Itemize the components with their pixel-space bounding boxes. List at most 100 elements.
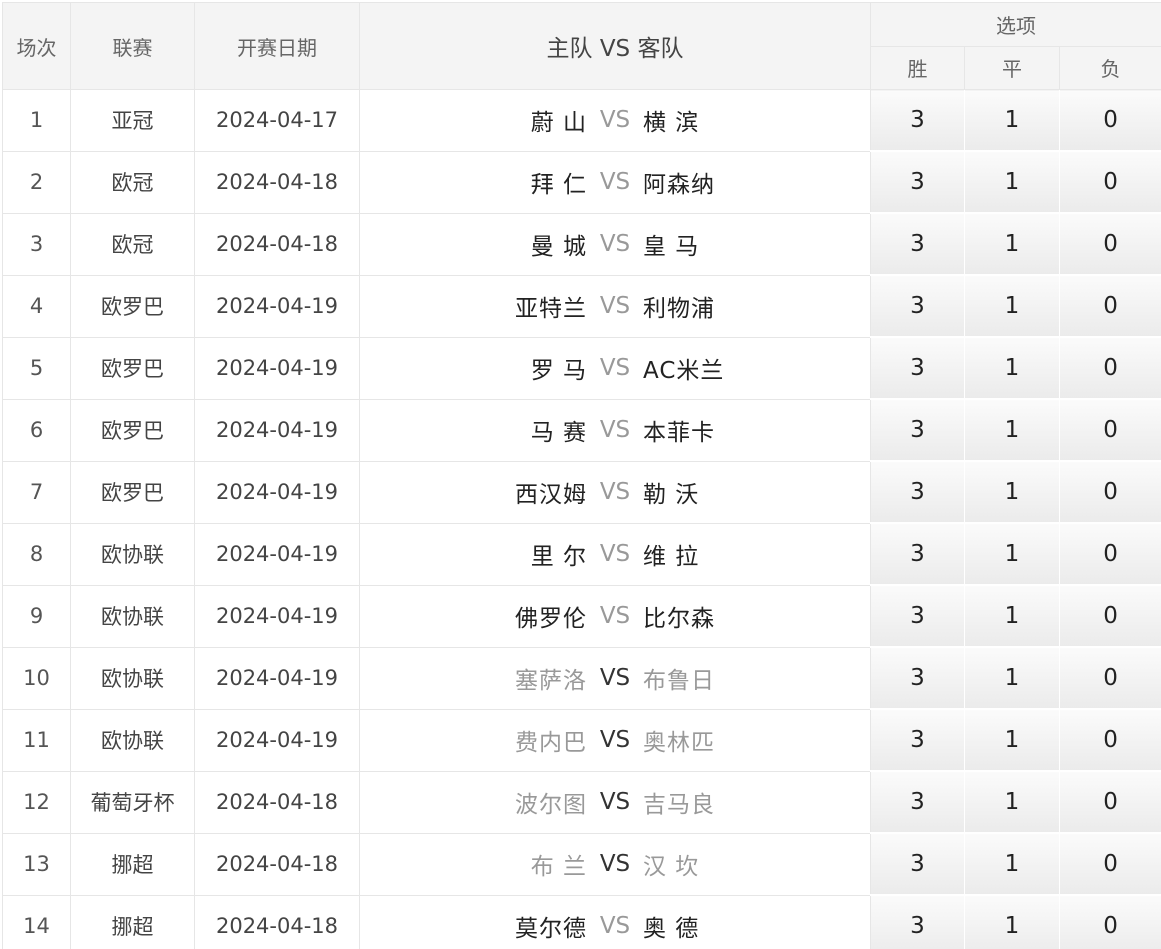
away-team: 横 滨: [643, 110, 700, 137]
league-name: 欧协联: [70, 584, 195, 648]
vs-label: VS: [599, 231, 631, 257]
option-draw-button[interactable]: 1: [964, 584, 1060, 648]
option-win-button[interactable]: 3: [870, 89, 965, 152]
option-loss-button[interactable]: 0: [1058, 708, 1161, 772]
away-team: 奥 德: [643, 916, 700, 942]
away-team: 布鲁日: [643, 668, 715, 694]
option-win-button[interactable]: 3: [870, 770, 965, 834]
table-body: 1 亚冠 2024-04-17 蔚 山 VS 横 滨 3 1 0 2 欧冠 2024-04-18 拜 仁…: [2, 89, 1161, 949]
table-row: 8 欧协联 2024-04-19 里 尔 VS 维 拉 310: [2, 522, 1161, 586]
league-name: 欧冠: [70, 212, 195, 276]
option-loss-button[interactable]: 0: [1058, 646, 1161, 710]
option-win-button[interactable]: 3: [870, 212, 965, 276]
league-name: 欧罗巴: [70, 398, 195, 462]
option-loss-button[interactable]: 0: [1058, 894, 1161, 949]
league-name: 葡萄牙杯: [70, 770, 195, 834]
schedule-page: 场次 联赛 开赛日期 主队 VS 客队 选项 胜 平 负 1 亚冠 2024-04-…: [0, 0, 1161, 949]
option-loss-button[interactable]: 0: [1058, 89, 1161, 152]
option-loss-button[interactable]: 0: [1058, 150, 1161, 214]
round-number: 11: [2, 708, 71, 772]
vs-label: VS: [599, 603, 631, 629]
vs-label: VS: [599, 913, 631, 939]
home-team: 里 尔: [530, 544, 587, 570]
option-loss-button[interactable]: 0: [1058, 212, 1161, 276]
vs-label: VS: [599, 789, 631, 815]
header-options: 选项: [869, 2, 1161, 47]
home-team: 蔚 山: [530, 110, 587, 137]
match-date: 2024-04-18: [194, 894, 360, 949]
option-draw-button[interactable]: 1: [964, 150, 1060, 214]
match-date: 2024-04-19: [194, 398, 360, 462]
round-number: 8: [2, 522, 71, 586]
option-loss-button[interactable]: 0: [1058, 832, 1161, 896]
away-team: 皇 马: [643, 234, 700, 260]
option-draw-button[interactable]: 1: [964, 832, 1060, 896]
vs-label: VS: [599, 417, 631, 443]
option-draw-button[interactable]: 1: [964, 770, 1060, 834]
option-win-button[interactable]: 3: [870, 584, 965, 648]
option-draw-button[interactable]: 1: [964, 460, 1060, 524]
match-cell: 罗 马 VS AC米兰: [359, 336, 871, 400]
option-draw-button[interactable]: 1: [964, 89, 1060, 152]
header-win: 胜: [870, 45, 965, 90]
option-win-button[interactable]: 3: [870, 460, 965, 524]
table-row: 14 挪超 2024-04-18 莫尔德 VS 奥 德 310: [2, 894, 1161, 949]
league-name: 欧罗巴: [70, 460, 195, 524]
option-draw-button[interactable]: 1: [964, 708, 1060, 772]
round-number: 14: [2, 894, 71, 949]
option-win-button[interactable]: 3: [870, 336, 965, 400]
home-team: 西汉姆: [515, 482, 587, 508]
option-loss-button[interactable]: 0: [1058, 460, 1161, 524]
option-draw-button[interactable]: 1: [964, 336, 1060, 400]
option-win-button[interactable]: 3: [870, 646, 965, 710]
home-team: 罗 马: [530, 358, 587, 384]
option-loss-button[interactable]: 0: [1058, 336, 1161, 400]
vs-label: VS: [599, 665, 631, 691]
table-row: 4 欧罗巴 2024-04-19 亚特兰 VS 利物浦 3 1 0: [2, 274, 1161, 338]
match-date: 2024-04-18: [194, 832, 360, 896]
option-win-button[interactable]: 3: [870, 398, 965, 462]
table-row: 6 欧罗巴 2024-04-19 马 赛 VS 本菲卡 3 1 0: [2, 398, 1161, 462]
away-team: 勒 沃: [643, 482, 700, 508]
round-number: 4: [2, 274, 71, 338]
option-win-button[interactable]: 3: [870, 274, 965, 338]
home-team: 马 赛: [530, 420, 587, 446]
option-win-button[interactable]: 3: [870, 522, 965, 586]
option-draw-button[interactable]: 1: [964, 646, 1060, 710]
match-date: 2024-04-18: [194, 770, 360, 834]
match-cell: 佛罗伦 VS 比尔森: [359, 584, 871, 648]
match-date: 2024-04-19: [194, 646, 360, 710]
option-loss-button[interactable]: 0: [1058, 584, 1161, 648]
option-draw-button[interactable]: 1: [964, 894, 1060, 949]
match-cell: 波尔图 VS 吉马良: [359, 770, 871, 834]
match-date: 2024-04-19: [194, 584, 360, 648]
table-row: 2 欧冠 2024-04-18 拜 仁 VS 阿森纳 3 1 0: [2, 150, 1161, 214]
match-cell: 拜 仁 VS 阿森纳: [359, 150, 871, 214]
option-win-button[interactable]: 3: [870, 150, 965, 214]
header-loss: 负: [1058, 45, 1161, 90]
round-number: 9: [2, 584, 71, 648]
match-cell: 西汉姆 VS 勒 沃: [359, 460, 871, 524]
table-row: 10 欧协联 2024-04-19 塞萨洛 VS 布鲁日 3 1 0: [2, 646, 1161, 710]
match-date: 2024-04-17: [194, 89, 360, 152]
option-draw-button[interactable]: 1: [964, 522, 1060, 586]
option-win-button[interactable]: 3: [870, 894, 965, 949]
away-team: 利物浦: [643, 296, 715, 322]
vs-label: VS: [599, 107, 631, 134]
league-name: 欧罗巴: [70, 336, 195, 400]
option-loss-button[interactable]: 0: [1058, 274, 1161, 338]
option-win-button[interactable]: 3: [870, 708, 965, 772]
option-loss-button[interactable]: 0: [1058, 398, 1161, 462]
option-loss-button[interactable]: 0: [1058, 770, 1161, 834]
option-draw-button[interactable]: 1: [964, 274, 1060, 338]
round-number: 12: [2, 770, 71, 834]
league-name: 欧冠: [70, 150, 195, 214]
option-win-button[interactable]: 3: [870, 832, 965, 896]
match-cell: 里 尔 VS 维 拉: [359, 522, 871, 586]
option-draw-button[interactable]: 1: [964, 398, 1060, 462]
league-name: 欧协联: [70, 646, 195, 710]
option-draw-button[interactable]: 1: [964, 212, 1060, 276]
league-name: 欧罗巴: [70, 274, 195, 338]
round-number: 13: [2, 832, 71, 896]
option-loss-button[interactable]: 0: [1058, 522, 1161, 586]
